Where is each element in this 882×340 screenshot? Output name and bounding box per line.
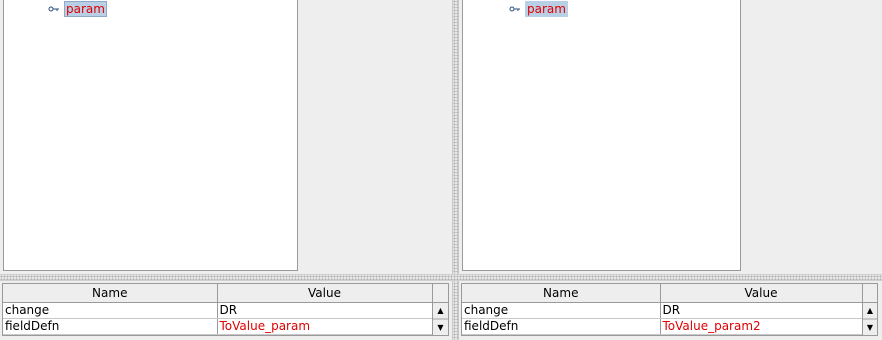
tree-node-handle-icon [509, 6, 520, 12]
horizontal-split-divider[interactable] [0, 274, 882, 281]
left-table-vertical-scrollbar[interactable]: ▲ ▼ [432, 303, 448, 335]
left-properties-table[interactable]: Name Value change DR fieldDefn ToValue_p… [2, 283, 449, 336]
left-tree-view[interactable]: param [3, 0, 298, 271]
tree-node-handle-icon [48, 6, 59, 12]
column-header-name[interactable]: Name [462, 284, 661, 303]
left-compare-pane: param Name Value change DR fieldDefn ToV… [0, 0, 452, 340]
property-name-cell[interactable]: fieldDefn [462, 318, 661, 335]
right-tree-view[interactable]: param [462, 0, 741, 271]
left-tree-node-param[interactable]: param [48, 1, 107, 17]
table-row[interactable]: fieldDefn ToValue_param2 [462, 318, 863, 335]
table-row[interactable]: change DR [462, 302, 863, 319]
tree-node-label[interactable]: param [525, 1, 568, 17]
vertical-split-divider[interactable] [452, 0, 459, 340]
table-row[interactable]: fieldDefn ToValue_param [3, 318, 433, 335]
right-tree-node-param[interactable]: param [509, 1, 568, 17]
scroll-up-arrow-icon[interactable]: ▲ [863, 303, 877, 319]
column-header-name[interactable]: Name [3, 284, 218, 303]
table-row[interactable]: change DR [3, 302, 433, 319]
scroll-up-arrow-icon[interactable]: ▲ [433, 303, 448, 319]
scroll-down-arrow-icon[interactable]: ▼ [433, 319, 448, 335]
column-header-value[interactable]: Value [660, 284, 863, 303]
table-header-corner [862, 284, 877, 303]
right-compare-pane: param Name Value change DR fieldDefn ToV… [459, 0, 882, 340]
property-value-cell[interactable]: ToValue_param2 [660, 318, 863, 335]
property-name-cell[interactable]: fieldDefn [3, 318, 218, 335]
property-value-cell[interactable]: ToValue_param [217, 318, 433, 335]
column-header-value[interactable]: Value [217, 284, 433, 303]
property-name-cell[interactable]: change [3, 302, 218, 319]
right-table-vertical-scrollbar[interactable]: ▲ ▼ [862, 303, 877, 335]
property-value-cell[interactable]: DR [217, 302, 433, 319]
right-properties-table[interactable]: Name Value change DR fieldDefn ToValue_p… [461, 283, 878, 336]
table-header-corner [432, 284, 448, 303]
property-name-cell[interactable]: change [462, 302, 661, 319]
tree-node-label[interactable]: param [64, 1, 107, 17]
scroll-down-arrow-icon[interactable]: ▼ [863, 319, 877, 335]
property-value-cell[interactable]: DR [660, 302, 863, 319]
